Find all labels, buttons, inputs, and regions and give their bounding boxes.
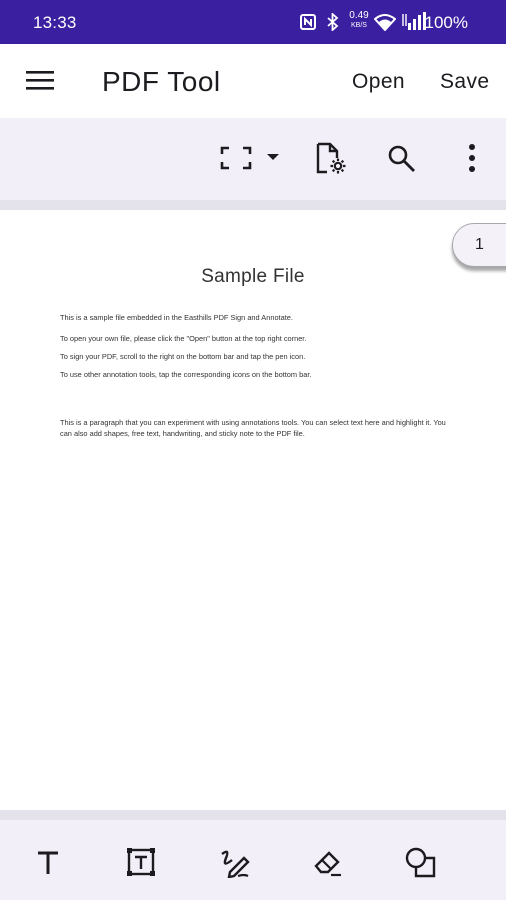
status-bar: 13:33 0.49 KB/S 100%	[0, 0, 506, 44]
annotation-bar	[0, 820, 506, 900]
app-title: PDF Tool	[102, 66, 221, 97]
open-button[interactable]: Open	[352, 70, 405, 94]
dropdown-arrow-icon	[267, 154, 279, 160]
document-settings-icon[interactable]	[312, 138, 348, 178]
nfc-icon	[300, 14, 316, 30]
bottom-divider	[0, 810, 506, 820]
battery-level: 100%	[424, 13, 468, 32]
page-number: 1	[475, 236, 484, 253]
more-vert-icon[interactable]	[460, 138, 484, 178]
pdf-line: To use other annotation tools, tap the c…	[60, 370, 312, 379]
pdf-line: To sign your PDF, scroll to the right on…	[60, 352, 306, 361]
app-bar: PDF Tool Open Save	[0, 44, 506, 118]
toolbar	[0, 118, 506, 200]
eraser-icon[interactable]	[311, 846, 343, 878]
speed-unit: KB/S	[351, 22, 367, 29]
pdf-line: To open your own file, please click the …	[60, 334, 307, 343]
save-button[interactable]: Save	[440, 70, 489, 94]
signal-icon	[402, 12, 426, 30]
search-icon[interactable]	[384, 138, 420, 178]
page-indicator[interactable]: 1	[452, 223, 506, 267]
status-time: 13:33	[33, 13, 77, 32]
bluetooth-icon	[327, 13, 339, 31]
wifi-icon	[374, 14, 396, 31]
fit-mode-button[interactable]	[218, 138, 284, 178]
pdf-page[interactable]: 1 Sample File This is a sample file embe…	[0, 200, 506, 820]
shapes-icon[interactable]	[404, 846, 436, 878]
hamburger-menu-icon[interactable]	[26, 69, 54, 91]
text-icon[interactable]	[32, 846, 64, 878]
pdf-line: This is a sample file embedded in the Ea…	[60, 313, 293, 322]
pdf-title: Sample File	[201, 266, 305, 287]
status-icons: 0.49 KB/S 100%	[286, 0, 506, 44]
text-box-icon[interactable]	[125, 846, 157, 878]
pdf-paragraph: This is a paragraph that you can experim…	[60, 418, 446, 438]
network-speed: 0.49 KB/S	[348, 11, 370, 30]
draw-icon[interactable]	[218, 846, 250, 878]
speed-value: 0.49	[349, 10, 369, 21]
fit-screen-icon	[220, 146, 252, 170]
